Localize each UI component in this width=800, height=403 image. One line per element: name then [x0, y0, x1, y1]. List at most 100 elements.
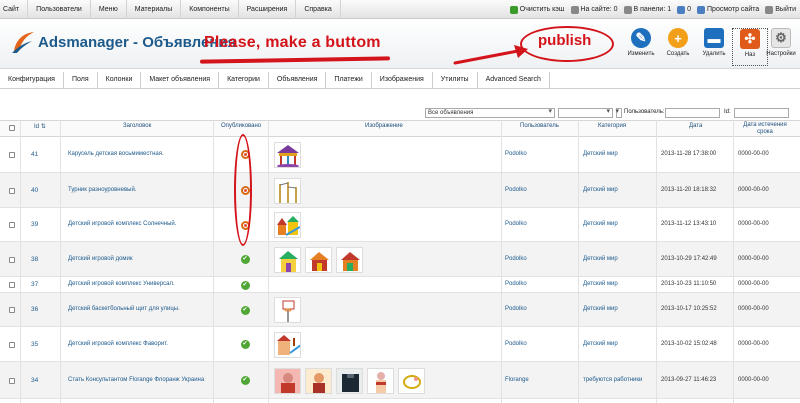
admin-main-menu: Сайт Пользователи Меню Материалы Компоненты Р… [0, 0, 341, 19]
ad-thumbnail-image[interactable] [305, 246, 332, 273]
row-id-link[interactable]: 36 [31, 306, 38, 313]
row-checkbox[interactable] [9, 222, 15, 228]
row-checkbox[interactable] [9, 307, 15, 313]
status-item[interactable]: На сайте: 0 [570, 5, 618, 14]
row-checkbox[interactable] [9, 151, 15, 158]
top-menu-item[interactable]: Справка [296, 0, 341, 19]
column-date-header[interactable]: Дата [689, 123, 702, 129]
toolbar-button-add[interactable]: + Создать [660, 28, 696, 66]
row-category-link[interactable]: требуются работники [583, 377, 642, 383]
top-menu-item[interactable]: Расширения [239, 0, 297, 19]
column-expiry-header[interactable]: Дата истечения срока [735, 122, 795, 136]
row-title-link[interactable]: Детский игровой комплекс Универсал. [68, 281, 268, 287]
row-category-link[interactable]: Детский мир [583, 341, 618, 347]
row-user-link[interactable]: Podolko [505, 187, 527, 193]
ad-thumbnail-image[interactable] [274, 297, 301, 323]
row-title-link[interactable]: Детский игровой домик [68, 256, 268, 262]
annotation-underline [199, 56, 391, 64]
published-icon[interactable] [241, 255, 250, 264]
row-id-link[interactable]: 34 [31, 377, 38, 384]
row-checkbox[interactable] [9, 377, 15, 384]
submenu-item[interactable]: Категории [219, 72, 269, 88]
status-item[interactable]: Очистить кэш [509, 5, 565, 14]
ad-thumbnail-image[interactable] [274, 177, 301, 204]
row-category-link[interactable]: Детский мир [583, 306, 618, 312]
toolbar-button-settings[interactable]: ⚙ Настройки [763, 28, 799, 66]
row-category-link[interactable]: Детский мир [583, 281, 618, 287]
ad-thumbnail-image[interactable] [274, 141, 301, 168]
row-user-link[interactable]: Podolko [505, 221, 527, 227]
row-user-link[interactable]: Podolko [505, 306, 527, 312]
sort-icon[interactable]: ⇅ [41, 124, 46, 130]
row-id-link[interactable]: 37 [31, 281, 38, 288]
category-filter-select[interactable] [558, 108, 613, 118]
top-menu-item[interactable]: Сайт [0, 0, 29, 19]
status-item[interactable]: 0 [677, 5, 691, 14]
row-title-link[interactable]: Детский игровой комплекс Фаворит. [68, 341, 268, 347]
row-id-link[interactable]: 39 [31, 221, 38, 228]
row-checkbox[interactable] [9, 187, 15, 194]
submenu-item[interactable]: Макет объявления [141, 72, 220, 88]
status-item[interactable]: Выйти [765, 5, 796, 14]
top-menu-item[interactable]: Пользователи [28, 0, 91, 19]
published-icon[interactable] [241, 376, 250, 385]
submenu-item[interactable]: Изображения [372, 72, 433, 88]
row-checkbox[interactable] [9, 341, 15, 348]
submenu-item[interactable]: Объявления [269, 72, 327, 88]
id-filter-input[interactable] [734, 108, 789, 118]
row-checkbox[interactable] [9, 256, 15, 263]
row-user-link[interactable]: Podolko [505, 151, 527, 157]
row-category-link[interactable]: Детский мир [583, 151, 618, 157]
row-category-link[interactable]: Детский мир [583, 221, 618, 227]
submenu-item[interactable]: Поля [64, 72, 98, 88]
published-icon[interactable] [241, 280, 250, 290]
row-title-link[interactable]: Стать Консультантом Florange Флоранж Укр… [68, 377, 268, 383]
column-user-header[interactable]: Пользователь [520, 123, 559, 129]
status-item[interactable]: В панели: 1 [623, 5, 671, 14]
submenu-item[interactable]: Платежи [326, 72, 372, 88]
row-category-link[interactable]: Детский мир [583, 187, 618, 193]
ad-thumbnail-image[interactable] [274, 331, 301, 358]
row-title-link[interactable]: Детский баскетбольный щит для улицы. [68, 306, 268, 312]
top-menu-item[interactable]: Меню [91, 0, 127, 19]
toolbar-button-delete[interactable]: ▬ Удалить [696, 28, 732, 66]
ad-thumbnail-image[interactable] [336, 367, 363, 394]
select-all-checkbox[interactable] [9, 125, 15, 131]
row-user-link[interactable]: Florange [505, 377, 529, 383]
row-id-link[interactable]: 35 [31, 341, 38, 348]
column-title-header[interactable]: Заголовок [123, 123, 151, 129]
toolbar-button-edit[interactable]: ✎ Изменить [623, 28, 659, 66]
ad-thumbnail-image[interactable] [274, 367, 301, 394]
published-icon[interactable] [241, 340, 250, 349]
extra-filter-select[interactable] [615, 108, 622, 118]
user-filter-input[interactable] [665, 108, 720, 118]
row-id-link[interactable]: 38 [31, 256, 38, 263]
row-category-link[interactable]: Детский мир [583, 256, 618, 262]
submenu-item[interactable]: Конфигурация [0, 72, 64, 88]
ad-thumbnail-image[interactable] [367, 367, 394, 394]
row-user-link[interactable]: Podolko [505, 256, 527, 262]
row-user-link[interactable]: Podolko [505, 281, 527, 287]
status-item[interactable]: Просмотр сайта [697, 5, 759, 14]
column-divider [60, 120, 61, 403]
ad-thumbnail-image[interactable] [305, 367, 332, 394]
ad-thumbnail-image[interactable] [274, 212, 301, 238]
column-published-header[interactable]: Опубликовано [221, 123, 261, 129]
ad-thumbnail-image[interactable] [398, 367, 425, 394]
submenu-item[interactable]: Advanced Search [478, 72, 550, 88]
column-id-header[interactable]: Id ⇅ [34, 123, 46, 130]
row-id-link[interactable]: 40 [31, 187, 38, 194]
row-checkbox[interactable] [9, 282, 15, 288]
top-menu-item[interactable]: Компоненты [181, 0, 239, 19]
row-id-link[interactable]: 41 [31, 151, 38, 158]
top-menu-item[interactable]: Материалы [127, 0, 182, 19]
submenu-item[interactable]: Колонки [98, 72, 142, 88]
ad-thumbnail-image[interactable] [274, 246, 301, 273]
column-category-header[interactable]: Категория [598, 123, 626, 129]
row-user-link[interactable]: Podolko [505, 341, 527, 347]
annotation-request-text: Please, make a buttom [204, 34, 381, 51]
submenu-item[interactable]: Утилиты [433, 72, 478, 88]
ads-filter-select[interactable]: Все объявления [425, 108, 555, 118]
published-icon[interactable] [241, 305, 250, 315]
ad-thumbnail-image[interactable] [336, 246, 363, 273]
